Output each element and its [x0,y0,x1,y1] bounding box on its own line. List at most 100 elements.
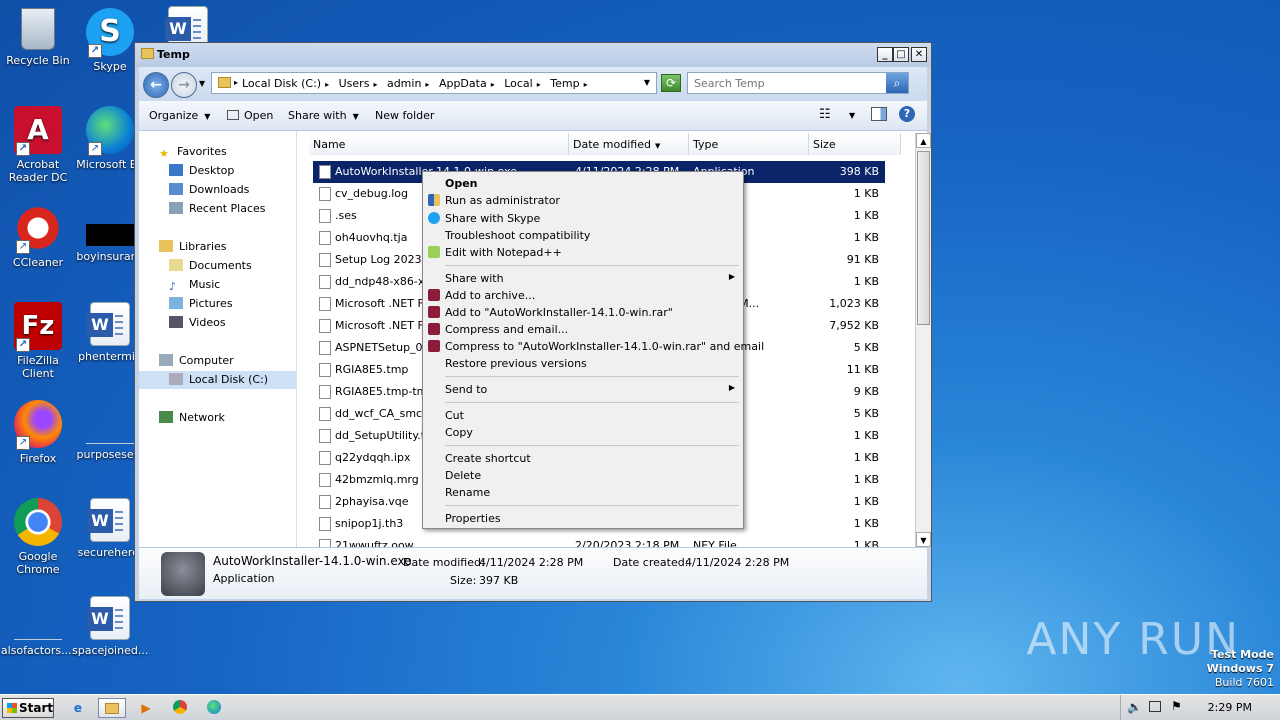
desktop-icon-acrobat[interactable]: A ↗ Acrobat Reader DC [0,106,76,184]
nav-videos[interactable]: Videos [169,316,226,329]
preview-pane-icon[interactable] [871,107,887,121]
menu-share-skype[interactable]: Share with Skype [425,210,741,227]
nav-computer[interactable]: Computer [159,354,234,367]
help-icon[interactable]: ? [899,106,915,122]
desktop-icon-filezilla[interactable]: Fz ↗ FileZilla Client [0,302,76,380]
menu-copy[interactable]: Copy [425,424,741,441]
view-options-icon[interactable]: ☷ [819,107,831,122]
column-header-name[interactable]: Name [309,133,569,155]
close-button[interactable]: ✕ [911,47,927,62]
desktop-icon-chrome[interactable]: Google Chrome [0,498,76,576]
search-input[interactable] [688,73,888,93]
desktop-icon-ccleaner[interactable]: ↗ CCleaner [0,204,76,269]
desktop-icon-label: phentermin [78,350,142,363]
table-row[interactable]: 21wwuftz.oow 2/20/2023 2:18 PM NEY File 1 K… [313,535,885,547]
address-dropdown-icon[interactable]: ▼ [644,78,650,87]
chevron-right-icon[interactable]: ▸ [325,80,329,89]
desktop-icon-firefox[interactable]: ↗ Firefox [0,400,76,465]
winrar-icon [428,340,440,352]
chevron-down-icon[interactable]: ▼ [849,111,855,120]
media-player-icon[interactable]: ▶ [132,698,160,718]
explorer-taskbar-icon[interactable] [98,698,126,718]
menu-add-archive[interactable]: Add to archive... [425,287,741,304]
open-button[interactable]: Open [227,109,273,122]
menu-add-rar[interactable]: Add to "AutoWorkInstaller-14.1.0-win.rar… [425,304,741,321]
file-size: 398 KB [839,165,879,178]
network-tray-icon[interactable] [1149,701,1161,712]
chevron-right-icon[interactable]: ▸ [584,80,588,89]
nav-network[interactable]: Network [159,411,225,424]
ie-icon[interactable]: e [64,698,92,718]
nav-local-disk[interactable]: Local Disk (C:) [139,371,296,389]
nav-desktop[interactable]: Desktop [169,164,234,177]
menu-run-as-admin[interactable]: Run as administrator [425,192,741,209]
file-icon [319,517,331,531]
menu-send-to[interactable]: Send to ▶ [425,381,741,398]
nav-pictures[interactable]: Pictures [169,297,233,310]
nav-recent-places[interactable]: Recent Places [169,202,266,215]
action-center-flag-icon[interactable]: ⚑ [1171,699,1182,713]
column-header-type[interactable]: Type [689,133,809,155]
nav-libraries[interactable]: Libraries [159,240,227,253]
back-button[interactable]: ← [143,72,169,98]
taskbar: Start e ▶ 🔈 ⚑ 2:29 PM [0,694,1280,720]
menu-rename[interactable]: Rename [425,484,741,501]
speaker-icon[interactable]: 🔈 [1127,700,1142,714]
menu-troubleshoot[interactable]: Troubleshoot compatibility [425,227,741,244]
organize-button[interactable]: Organize ▼ [149,109,210,122]
vertical-scrollbar[interactable]: ▲ ▼ [915,133,931,547]
nav-music[interactable]: ♪ Music [169,278,220,293]
breadcrumb-item[interactable]: Local Disk (C:) [242,77,321,90]
menu-restore-versions[interactable]: Restore previous versions [425,355,741,372]
file-icon [319,319,331,333]
menu-open[interactable]: Open [425,175,741,192]
chevron-right-icon[interactable]: ▸ [491,80,495,89]
scrollbar-thumb[interactable] [917,151,930,325]
nav-label: Documents [189,259,252,272]
menu-delete[interactable]: Delete [425,467,741,484]
minimize-button[interactable]: _ [877,47,893,62]
chevron-right-icon[interactable]: ▸ [425,80,429,89]
chevron-right-icon[interactable]: ▸ [537,80,541,89]
desktop-icon-spacejoined[interactable]: spacejoined... [72,596,148,657]
menu-notepadpp[interactable]: Edit with Notepad++ [425,244,741,261]
desktop-icon-recycle-bin[interactable]: Recycle Bin [0,8,76,67]
nav-favorites[interactable]: ★ Favorites [159,145,227,160]
start-button[interactable]: Start [2,698,54,718]
taskbar-clock[interactable]: 2:29 PM [1208,701,1252,714]
edge-icon[interactable] [200,698,228,718]
breadcrumb-item[interactable]: Local [504,77,533,90]
breadcrumb-item[interactable]: admin [387,77,421,90]
new-folder-button[interactable]: New folder [375,109,434,122]
column-header-size[interactable]: Size [809,133,901,155]
desktop-icon-label: Skype [93,60,127,73]
desktop-icon-alsofactors[interactable]: alsofactors.... [0,596,76,657]
menu-compress-email[interactable]: Compress and email... [425,321,741,338]
forward-button[interactable]: → [171,72,197,98]
share-with-button[interactable]: Share with ▼ [288,109,359,122]
breadcrumb-item[interactable]: Temp [550,77,579,90]
recent-pages-dropdown[interactable]: ▼ [199,79,205,88]
chrome-icon[interactable] [166,698,194,718]
breadcrumb-item[interactable]: Users [339,77,370,90]
refresh-button[interactable]: ⟳ [661,74,681,92]
menu-share-with[interactable]: Share with ▶ [425,270,741,287]
scroll-up-icon[interactable]: ▲ [916,133,931,148]
title-bar[interactable]: Temp _ □ ✕ [135,43,931,67]
menu-properties[interactable]: Properties [425,510,741,527]
scroll-down-icon[interactable]: ▼ [916,532,931,547]
nav-downloads[interactable]: Downloads [169,183,249,196]
menu-create-shortcut[interactable]: Create shortcut [425,450,741,467]
menu-compress-rar-email[interactable]: Compress to "AutoWorkInstaller-14.1.0-wi… [425,338,764,355]
column-header-date[interactable]: Date modified ▼ [569,133,689,155]
search-icon[interactable]: ⌕ [886,73,908,93]
sort-down-icon: ▼ [654,142,661,150]
address-box[interactable]: ▸ Local Disk (C:) ▸ Users ▸ admin ▸ AppData… [211,72,657,94]
search-box[interactable]: ⌕ [687,72,909,94]
nav-documents[interactable]: Documents [169,259,252,272]
breadcrumb-item[interactable]: AppData [439,77,487,90]
chevron-right-icon[interactable]: ▸ [373,80,377,89]
menu-cut[interactable]: Cut [425,407,741,424]
maximize-button[interactable]: □ [893,47,909,62]
nav-label: Desktop [189,164,235,177]
